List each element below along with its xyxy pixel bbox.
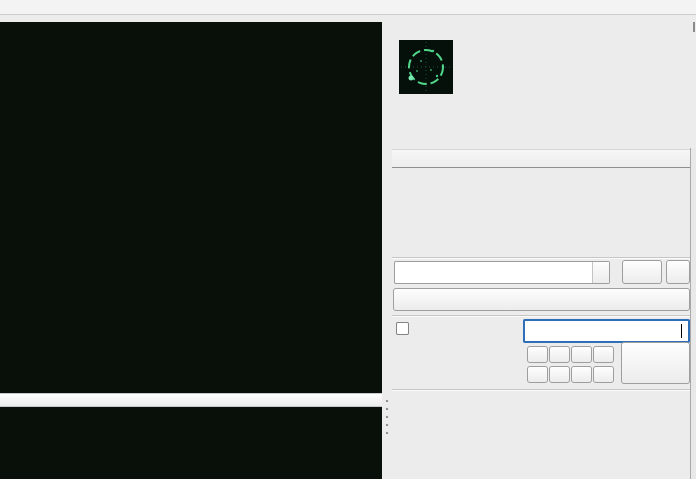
iq-constellation-icon — [399, 40, 453, 94]
start-left-button[interactable] — [549, 346, 570, 363]
end-big-left-button[interactable] — [527, 366, 548, 383]
section-divider — [392, 315, 690, 317]
end-left-button[interactable] — [549, 366, 570, 383]
dock-corner-widget — [693, 22, 695, 32]
dock-splitter-grip[interactable] — [386, 400, 388, 434]
periodic-selection-checkbox[interactable] — [396, 322, 409, 335]
show-velocity-distribution-button[interactable] — [393, 288, 690, 311]
application-window — [0, 0, 696, 479]
frequency-next-button[interactable] — [666, 260, 690, 284]
measurements-section-header[interactable] — [392, 149, 690, 168]
start-right-button[interactable] — [571, 346, 592, 363]
section-divider — [392, 389, 690, 391]
text-cursor — [681, 324, 682, 338]
end-big-right-button[interactable] — [593, 366, 614, 383]
section-divider — [392, 257, 690, 259]
source-frequency-spinbox[interactable] — [394, 261, 610, 284]
frequency-prev-button[interactable] — [622, 260, 662, 284]
tools-dock-panel — [392, 0, 696, 479]
time-plot-upper[interactable] — [0, 22, 382, 393]
cycles-input[interactable] — [523, 319, 690, 343]
plot-splitter-horizontal[interactable] — [0, 393, 382, 407]
end-right-button[interactable] — [571, 366, 592, 383]
start-big-left-button[interactable] — [527, 346, 548, 363]
spinbox-arrows[interactable] — [592, 262, 609, 283]
start-big-right-button[interactable] — [593, 346, 614, 363]
time-plot-lower[interactable] — [0, 407, 382, 479]
panel-scrollbar[interactable] — [690, 148, 696, 479]
lock-button[interactable] — [621, 342, 690, 384]
